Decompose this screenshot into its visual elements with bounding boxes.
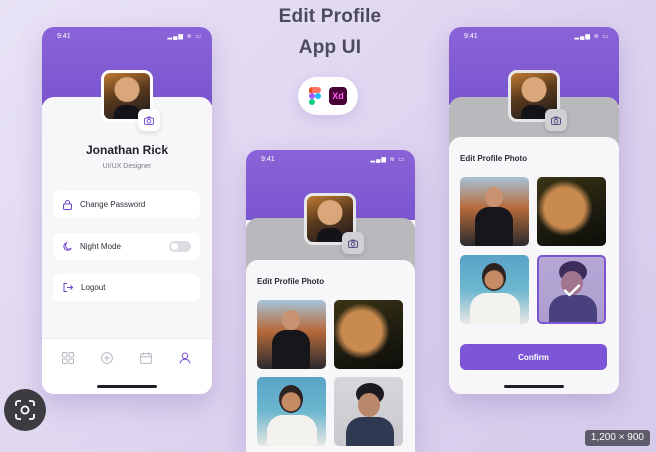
headline-line-2: App UI (298, 37, 362, 58)
profile-screen: 9:41 ▂▄▆ ≋ ▭ Jonathan Rick UI/UX Designe… (42, 27, 212, 394)
logout-icon (63, 283, 73, 292)
photo-option-3[interactable] (460, 255, 529, 324)
camera-icon (348, 239, 358, 248)
profile-name: Jonathan Rick (85, 143, 169, 157)
status-time: 9:41 (57, 33, 71, 40)
visual-search-button[interactable] (4, 389, 46, 431)
camera-button[interactable] (342, 232, 364, 254)
moon-icon (63, 242, 72, 251)
headline-line-1: Edit Profile (278, 6, 382, 27)
photo-option-3[interactable] (257, 377, 326, 446)
lock-icon (63, 199, 72, 210)
status-icons: ▂▄▆ ≋ ▭ (574, 34, 609, 40)
calendar-icon[interactable] (140, 352, 152, 364)
check-icon (563, 283, 580, 296)
night-mode-toggle[interactable] (169, 241, 191, 252)
photo-sheet: Edit Profile Photo Confirm (449, 137, 619, 394)
night-mode-label: Night Mode (80, 242, 121, 251)
photo-option-4[interactable] (334, 377, 403, 446)
profile-role: UI/UX Designer (102, 163, 152, 170)
photo-option-1[interactable] (257, 300, 326, 369)
bottom-tab-bar (42, 338, 212, 394)
home-indicator (97, 385, 157, 388)
home-indicator (504, 385, 564, 388)
status-time: 9:41 (261, 156, 275, 163)
night-mode-row: Night Mode (53, 233, 200, 260)
user-icon[interactable] (179, 352, 191, 364)
change-password-label: Change Password (80, 200, 146, 209)
status-icons: ▂▄▆ ≋ ▭ (370, 157, 405, 163)
camera-button[interactable] (138, 109, 160, 131)
confirm-button[interactable]: Confirm (460, 344, 607, 370)
adobe-xd-icon: Xd (329, 87, 347, 105)
edit-photo-screen: 9:41 ▂▄▆ ≋ ▭ Edit Profile Photo (246, 150, 415, 452)
grid-icon[interactable] (62, 352, 74, 364)
status-icons: ▂▄▆ ≋ ▭ (167, 34, 202, 40)
photo-option-2[interactable] (334, 300, 403, 369)
photo-option-2[interactable] (537, 177, 606, 246)
change-password-button[interactable]: Change Password (53, 191, 200, 218)
photo-option-4-selected[interactable] (537, 255, 606, 324)
confirm-photo-screen: 9:41 ▂▄▆ ≋ ▭ Edit Profile Photo Confirm (449, 27, 619, 394)
figma-icon (309, 87, 321, 105)
logout-button[interactable]: Logout (53, 274, 200, 301)
camera-icon (144, 116, 154, 125)
camera-icon (551, 116, 561, 125)
image-size-badge: 1,200 × 900 (584, 430, 650, 446)
add-icon[interactable] (101, 352, 113, 364)
tools-badge: Xd (298, 77, 358, 115)
camera-button[interactable] (545, 109, 567, 131)
photo-sheet: Edit Profile Photo (246, 260, 415, 452)
lens-icon (15, 400, 35, 420)
status-time: 9:41 (464, 33, 478, 40)
photo-option-1[interactable] (460, 177, 529, 246)
logout-label: Logout (81, 283, 106, 292)
sheet-title: Edit Profile Photo (460, 154, 528, 163)
sheet-title: Edit Profile Photo (257, 277, 325, 286)
